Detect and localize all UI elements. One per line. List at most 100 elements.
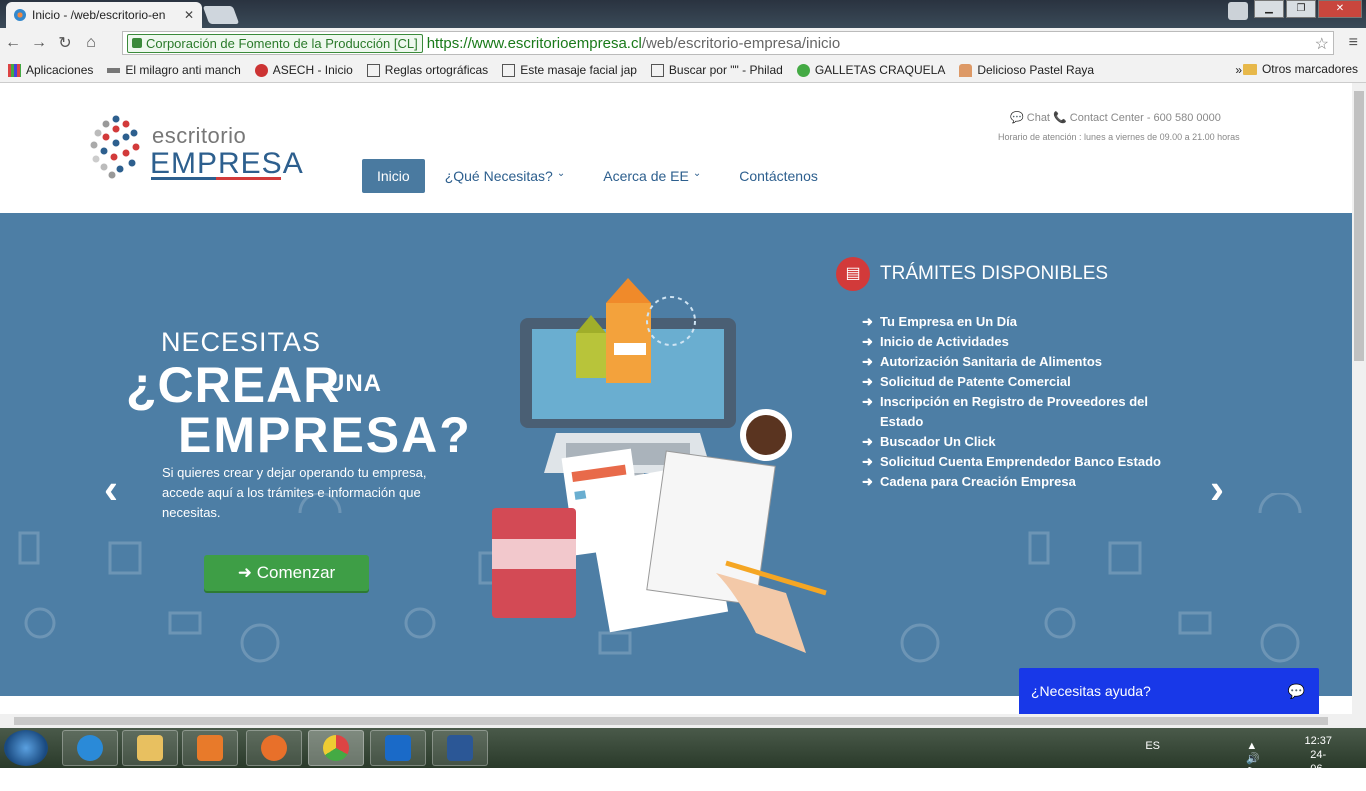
taskbar-word[interactable]: [432, 730, 488, 766]
home-icon[interactable]: ⌂: [78, 34, 104, 52]
apps-grid-icon: [8, 63, 21, 77]
browser-menu-icon[interactable]: ≡: [1349, 34, 1358, 52]
tramite-link[interactable]: ➜ Inscripción en Registro de Proveedores …: [862, 392, 1182, 432]
other-bookmarks-folder[interactable]: Otros marcadores: [1242, 62, 1358, 76]
help-chat-widget[interactable]: ¿Necesitas ayuda? 💬: [1019, 668, 1319, 714]
nav-contactenos[interactable]: Contáctenos: [739, 168, 818, 184]
logo-dots-icon: [90, 115, 140, 179]
bookmark-item[interactable]: ASECH - Inicio: [254, 63, 353, 77]
language-indicator[interactable]: ES: [1145, 740, 1160, 752]
scrollbar-thumb[interactable]: [1354, 91, 1364, 361]
taskbar-chrome[interactable]: [308, 730, 364, 766]
bookmark-item[interactable]: Buscar por "" - Philad: [650, 63, 783, 77]
bookmark-item[interactable]: Reglas ortográficas: [366, 63, 488, 77]
tramite-link[interactable]: ➜ Autorización Sanitaria de Alimentos: [862, 352, 1182, 372]
new-tab-button[interactable]: [202, 6, 240, 24]
nav-acerca-de[interactable]: Acerca de EE ⌄: [603, 168, 701, 184]
main-nav: Inicio ¿Qué Necesitas? ⌄ Acerca de EE ⌄ Co…: [362, 159, 856, 193]
taskbar-ie[interactable]: [62, 730, 118, 766]
ev-certificate-badge[interactable]: Corporación de Fomento de la Producción …: [127, 33, 423, 53]
media-player-icon: [197, 735, 223, 761]
arrow-right-icon: ➜: [862, 354, 873, 369]
internet-explorer-icon: [77, 735, 103, 761]
bookmark-item[interactable]: Aplicaciones: [8, 63, 93, 77]
site-logo[interactable]: escritorio EMPRESA: [88, 113, 303, 183]
carousel-prev-button[interactable]: ‹: [104, 465, 118, 513]
page-icon: [366, 63, 380, 77]
arrow-right-icon: ➜: [862, 314, 873, 329]
logo-text-empresa: EMPRESA: [150, 147, 304, 180]
firefox-icon: [261, 735, 287, 761]
maximize-button[interactable]: ❐: [1286, 0, 1316, 18]
window-close-button[interactable]: ✕: [1318, 0, 1362, 18]
hero-line-empresa: EMPRESA?: [178, 407, 472, 463]
scrollbar-thumb[interactable]: [14, 717, 1328, 725]
logo-text-escritorio: escritorio: [152, 123, 247, 148]
carousel-next-button[interactable]: ›: [1210, 465, 1224, 513]
browser-tab[interactable]: Inicio - /web/escritorio-en ✕: [6, 2, 202, 28]
tramite-link[interactable]: ➜ Cadena para Creación Empresa: [862, 472, 1182, 492]
browser-toolbar: ← → ↻ ⌂ Corporación de Fomento de la Pro…: [0, 28, 1366, 58]
tramite-link[interactable]: ➜ Solicitud de Patente Comercial: [862, 372, 1182, 392]
arrow-right-icon: ➜: [237, 563, 257, 582]
chevron-down-icon: ⌄: [556, 168, 566, 179]
taskbar-explorer[interactable]: [122, 730, 178, 766]
bookmark-item[interactable]: Este masaje facial jap: [502, 63, 637, 77]
bookmarks-overflow-button[interactable]: »: [1235, 63, 1242, 77]
taskbar-outlook[interactable]: [370, 730, 426, 766]
tray-icons[interactable]: ▲ 🔊 ⚑ ▭: [1246, 740, 1266, 791]
clock[interactable]: 12:37 24-06-2016: [1304, 734, 1332, 790]
tab-title: Inicio - /web/escritorio-en: [32, 8, 166, 22]
hero-line-una: UNA: [327, 370, 382, 397]
address-bar[interactable]: Corporación de Fomento de la Producción …: [122, 31, 1334, 55]
arrow-right-icon: ➜: [862, 434, 873, 449]
asech-logo-icon: [254, 63, 268, 77]
chat-bubble-icon: 💬: [1287, 682, 1305, 699]
close-tab-icon[interactable]: ✕: [184, 8, 194, 22]
word-icon: [447, 735, 473, 761]
arrow-right-icon: ➜: [862, 334, 873, 349]
user-profile-icon[interactable]: [1228, 2, 1248, 20]
folder-icon: [137, 735, 163, 761]
web-page: escritorio EMPRESA 💬 Chat 📞 Contact Cent…: [0, 83, 1352, 714]
bookmarks-bar: Aplicaciones El milagro anti manch ASECH…: [0, 58, 1366, 83]
vertical-scrollbar[interactable]: [1352, 83, 1366, 714]
plane-icon: [107, 67, 121, 73]
comenzar-button[interactable]: ➜ Comenzar: [204, 555, 369, 591]
contact-info[interactable]: 💬 Chat 📞 Contact Center - 600 580 0000: [1010, 111, 1221, 124]
bookmark-item[interactable]: Delicioso Pastel Raya: [959, 63, 1094, 77]
url-text[interactable]: https://www.escritorioempresa.cl/web/esc…: [427, 35, 840, 52]
browser-titlebar: Inicio - /web/escritorio-en ✕ ▁ ❐ ✕: [0, 0, 1366, 28]
minimize-button[interactable]: ▁: [1254, 0, 1284, 18]
chevron-down-icon: ⌄: [692, 168, 702, 179]
bookmark-item[interactable]: El milagro anti manch: [107, 63, 241, 77]
opening-hours: Horario de atención : lunes a viernes de…: [998, 132, 1240, 142]
arrow-right-icon: ➜: [862, 454, 873, 469]
horizontal-scrollbar[interactable]: [0, 714, 1366, 728]
page-icon: [650, 63, 664, 77]
tramite-link[interactable]: ➜ Inicio de Actividades: [862, 332, 1182, 352]
site-favicon-icon: [14, 9, 26, 21]
lock-icon: [132, 38, 142, 48]
back-icon[interactable]: ←: [0, 34, 26, 52]
bookmark-item[interactable]: GALLETAS CRAQUELA: [796, 63, 945, 77]
reload-icon[interactable]: ↻: [52, 33, 78, 53]
bookmark-star-icon[interactable]: ☆: [1315, 34, 1329, 54]
tramite-link[interactable]: ➜ Buscador Un Click: [862, 432, 1182, 452]
taskbar-media-player[interactable]: [182, 730, 238, 766]
taskbar-firefox[interactable]: [246, 730, 302, 766]
chrome-icon: [323, 735, 349, 761]
tramite-link[interactable]: ➜ Solicitud Cuenta Emprendedor Banco Esta…: [862, 452, 1182, 472]
nav-que-necesitas[interactable]: ¿Qué Necesitas? ⌄: [445, 168, 566, 184]
start-button[interactable]: [4, 730, 48, 766]
windows-taskbar: ES ▲ 🔊 ⚑ ▭ 12:37 24-06-2016: [0, 728, 1366, 791]
nav-inicio[interactable]: Inicio: [362, 159, 425, 193]
arrow-right-icon: ➜: [862, 374, 873, 389]
hero-description: Si quieres crear y dejar operando tu emp…: [162, 465, 427, 520]
tramite-link[interactable]: ➜ Tu Empresa en Un Día: [862, 312, 1182, 332]
folder-icon: [1242, 63, 1257, 75]
logo-underline: [151, 177, 281, 180]
forward-icon[interactable]: →: [26, 34, 52, 52]
hero-illustration: [492, 278, 827, 653]
outlook-icon: [385, 735, 411, 761]
